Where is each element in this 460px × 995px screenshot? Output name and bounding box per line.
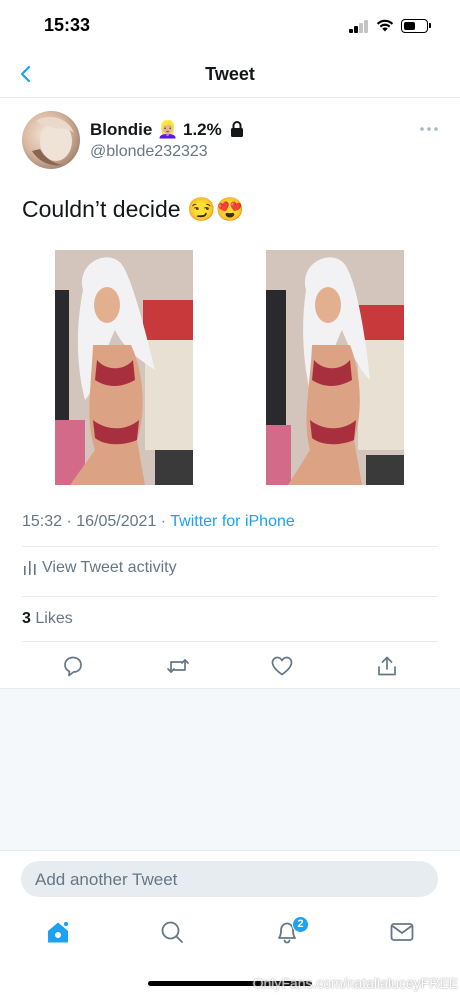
notification-badge: 2 (292, 916, 309, 933)
lock-icon (231, 121, 244, 137)
display-name[interactable]: Blondie 👱🏼‍♀️ 1.2% (90, 120, 244, 140)
tweet-text: Couldn’t decide 😏😍 (22, 196, 245, 222)
analytics-icon (24, 561, 36, 575)
activity-label: View Tweet activity (42, 559, 177, 576)
bottom-bar: Add another Tweet 2 (0, 850, 460, 995)
page-title: Tweet (205, 64, 255, 84)
display-name-suffix: 1.2% (182, 120, 222, 139)
home-icon[interactable] (45, 919, 71, 945)
more-options-icon[interactable] (418, 118, 440, 140)
avatar[interactable] (22, 111, 80, 169)
status-time: 15:33 (44, 15, 91, 35)
tweet-image[interactable] (55, 250, 193, 485)
likes-number: 3 (22, 610, 31, 627)
tweet-image[interactable] (266, 250, 404, 485)
search-icon[interactable] (159, 919, 185, 945)
divider (22, 641, 438, 642)
like-icon[interactable] (270, 654, 294, 678)
tweet-timestamp: 15:32 · 16/05/2021 · (22, 513, 171, 530)
cellular-signal-icon (349, 20, 369, 33)
divider (22, 596, 438, 597)
reply-icon[interactable] (61, 654, 85, 678)
likes-count[interactable]: 3 Likes (22, 610, 73, 628)
empty-area (0, 688, 460, 850)
tweet-header: Blondie 👱🏼‍♀️ 1.2% @blonde232323 (0, 110, 460, 172)
user-handle[interactable]: @blonde232323 (90, 143, 208, 161)
wifi-icon (376, 19, 394, 32)
share-icon[interactable] (375, 654, 399, 678)
nav-bar: Tweet (0, 52, 460, 98)
divider (22, 546, 438, 547)
tweet-source-link[interactable]: Twitter for iPhone (170, 513, 295, 530)
battery-icon (401, 19, 428, 33)
battery-tip (429, 23, 431, 28)
status-bar: 15:33 (0, 0, 460, 52)
display-name-emoji: 👱🏼‍♀️ (157, 120, 179, 139)
messages-icon[interactable] (389, 919, 415, 945)
view-tweet-activity-button[interactable]: View Tweet activity (22, 559, 177, 577)
tweet-actions (0, 654, 460, 680)
watermark: OnlyFans.com/natalialuceyFREE (252, 975, 458, 991)
retweet-icon[interactable] (166, 654, 190, 678)
likes-label: Likes (35, 610, 73, 627)
add-tweet-input[interactable]: Add another Tweet (21, 861, 438, 897)
display-name-text: Blondie (90, 120, 153, 139)
tweet-metadata: 15:32 · 16/05/2021 · Twitter for iPhone (22, 513, 295, 531)
